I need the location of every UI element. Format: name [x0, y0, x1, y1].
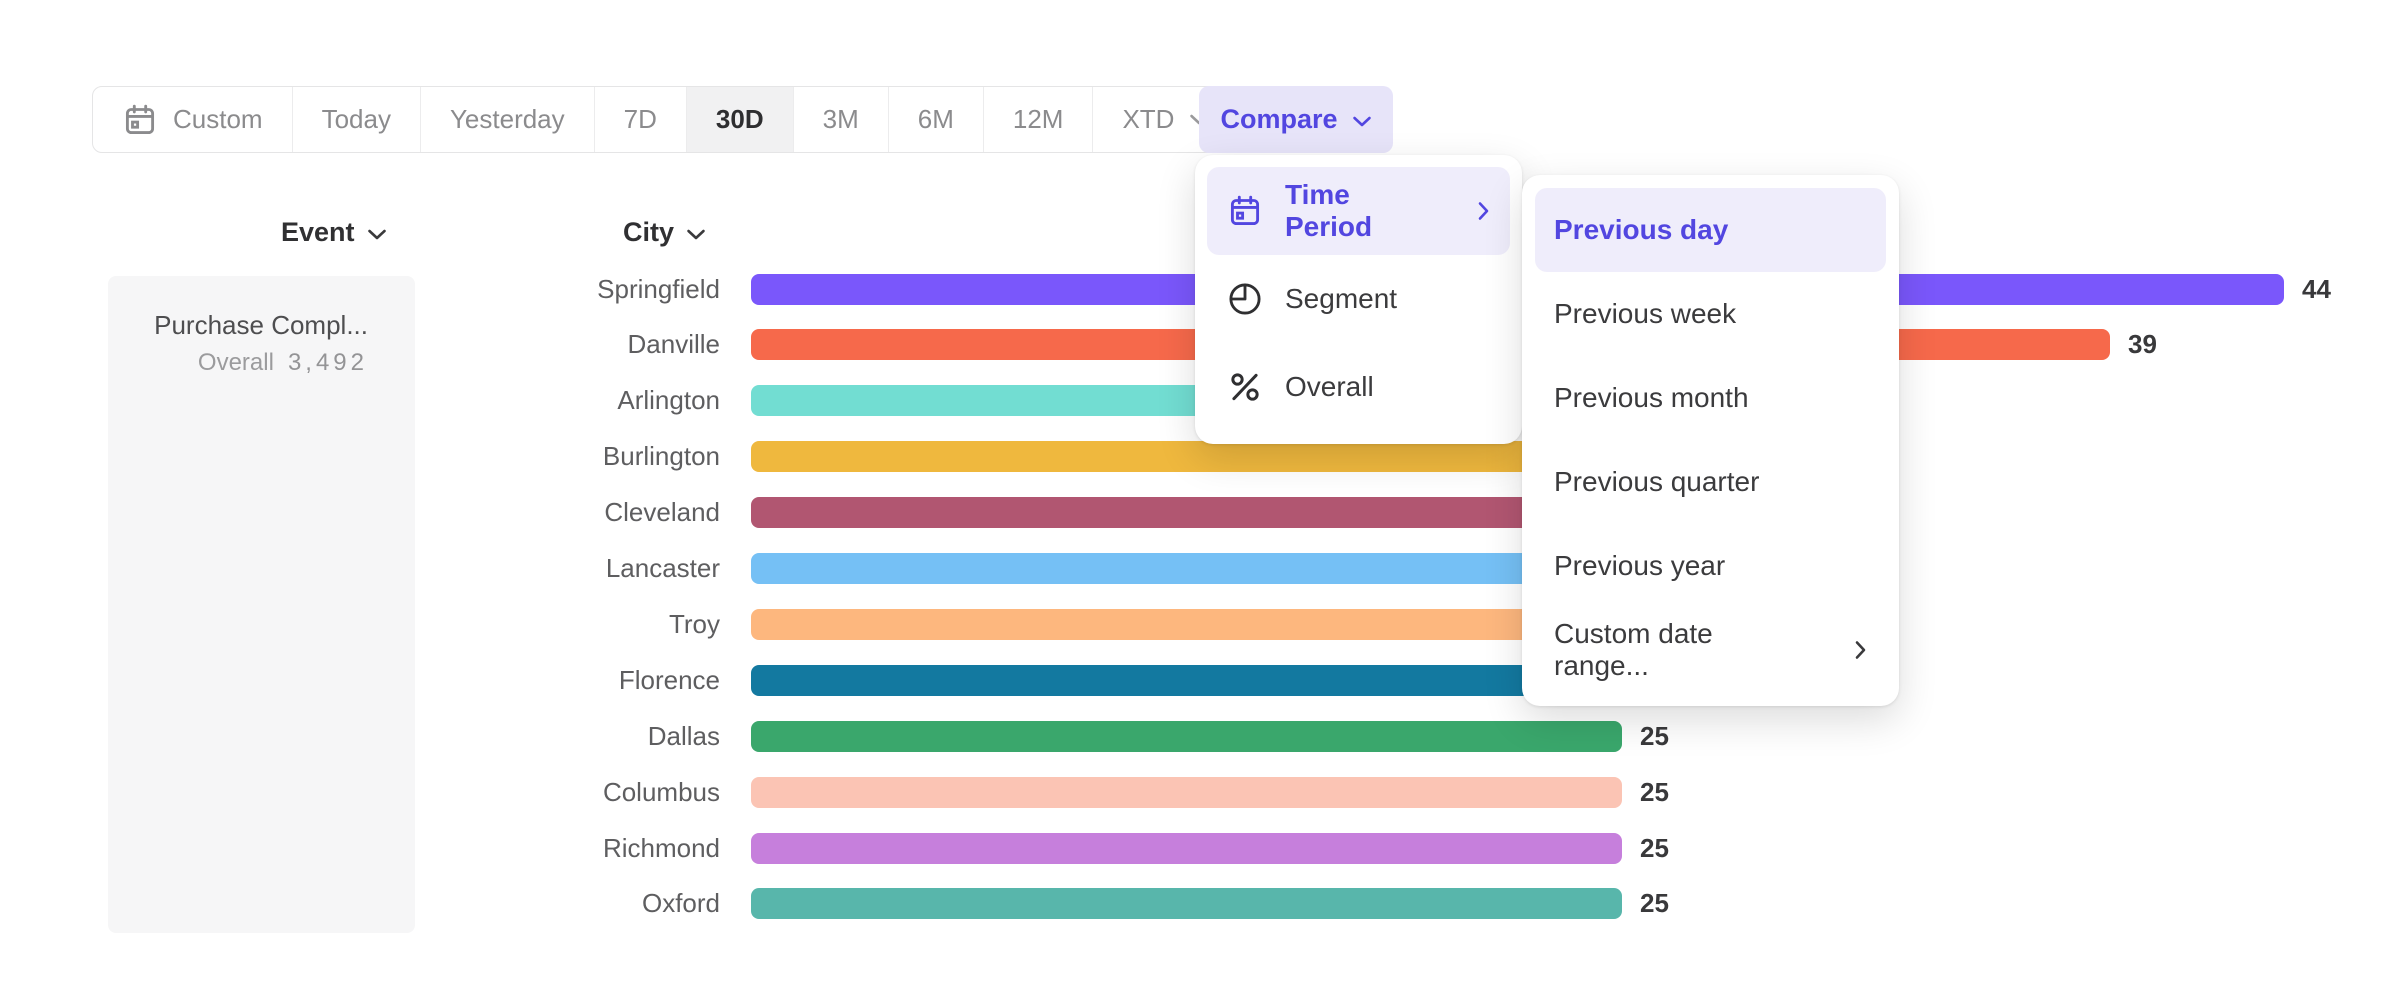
bar-row-label: Cleveland — [0, 497, 720, 528]
date-range-button-label: 3M — [823, 104, 859, 135]
bar-value-label: 39 — [2128, 329, 2157, 360]
menu-item-label: Custom date range... — [1554, 618, 1810, 682]
submenu-item-previous-quarter[interactable]: Previous quarter — [1535, 440, 1886, 524]
submenu-item-previous-week[interactable]: Previous week — [1535, 272, 1886, 356]
percent-icon — [1227, 369, 1263, 405]
menu-item-label: Previous year — [1554, 550, 1725, 582]
city-column-header[interactable]: City — [623, 217, 706, 248]
bar-row-label: Columbus — [0, 777, 720, 808]
bar-value-label: 44 — [2302, 274, 2331, 305]
date-range-button-custom[interactable]: Custom — [93, 87, 293, 152]
date-range-button-yesterday[interactable]: Yesterday — [421, 87, 595, 152]
bar-value-label: 25 — [1640, 777, 1669, 808]
bar-value-label: 25 — [1640, 888, 1669, 919]
submenu-item-previous-year[interactable]: Previous year — [1535, 524, 1886, 608]
compare-menu-item-time-period[interactable]: Time Period — [1207, 167, 1510, 255]
date-range-button-label: 6M — [918, 104, 954, 135]
bar-richmond[interactable] — [751, 833, 1622, 864]
bar-row-label: Troy — [0, 609, 720, 640]
menu-item-label: Segment — [1285, 283, 1397, 315]
date-range-button-label: Today — [322, 104, 391, 135]
bar-row-label: Burlington — [0, 441, 720, 472]
chevron-down-icon — [367, 217, 387, 248]
chevron-right-icon — [1477, 200, 1490, 222]
submenu-item-previous-month[interactable]: Previous month — [1535, 356, 1886, 440]
bar-row-florence: Florence — [0, 665, 2394, 696]
bar-row-cleveland: Cleveland — [0, 497, 2394, 528]
compare-dropdown-menu: Time Period Segment Overall — [1195, 155, 1522, 444]
date-range-button-3m[interactable]: 3M — [794, 87, 889, 152]
date-range-button-label: XTD — [1122, 104, 1174, 135]
submenu-item-custom-date-range[interactable]: Custom date range... — [1535, 608, 1886, 692]
date-range-button-label: 7D — [624, 104, 657, 135]
submenu-item-previous-day[interactable]: Previous day — [1535, 188, 1886, 272]
bar-row-label: Lancaster — [0, 553, 720, 584]
bar-row-label: Springfield — [0, 274, 720, 305]
bar-oxford[interactable] — [751, 888, 1622, 919]
bar-row-richmond: Richmond 25 — [0, 833, 2394, 864]
compare-button-label: Compare — [1220, 104, 1337, 135]
bar-dallas[interactable] — [751, 721, 1622, 752]
bar-row-label: Richmond — [0, 833, 720, 864]
date-range-button-label: 12M — [1013, 104, 1064, 135]
city-column-header-label: City — [623, 217, 674, 248]
bar-row-label: Dallas — [0, 721, 720, 752]
segment-pie-icon — [1227, 281, 1263, 317]
bar-row-label: Oxford — [0, 888, 720, 919]
date-range-button-label: Custom — [173, 104, 263, 135]
chevron-down-icon — [1352, 104, 1372, 135]
menu-item-label: Time Period — [1285, 179, 1433, 243]
bar-value-label: 25 — [1640, 721, 1669, 752]
chevron-right-icon — [1854, 639, 1867, 661]
compare-button[interactable]: Compare — [1199, 86, 1393, 153]
bar-row-lancaster: Lancaster — [0, 553, 2394, 584]
bar-row-columbus: Columbus 25 — [0, 777, 2394, 808]
analytics-report-page: Custom Today Yesterday 7D 30D 3M 6M 12M XTD Comp… — [0, 0, 2394, 1004]
date-range-button-7d[interactable]: 7D — [595, 87, 687, 152]
event-column-header[interactable]: Event — [281, 217, 387, 248]
menu-item-label: Previous month — [1554, 382, 1749, 414]
bar-row-oxford: Oxford 25 — [0, 888, 2394, 919]
calendar-icon — [1227, 193, 1263, 229]
bar-row-label: Arlington — [0, 385, 720, 416]
time-period-submenu: Previous day Previous week Previous month P… — [1522, 175, 1899, 706]
date-range-button-today[interactable]: Today — [293, 87, 421, 152]
menu-item-label: Previous week — [1554, 298, 1736, 330]
compare-menu-item-segment[interactable]: Segment — [1207, 255, 1510, 343]
date-range-button-12m[interactable]: 12M — [984, 87, 1094, 152]
menu-item-label: Previous quarter — [1554, 466, 1759, 498]
bar-row-troy: Troy — [0, 609, 2394, 640]
date-range-toolbar: Custom Today Yesterday 7D 30D 3M 6M 12M XTD — [92, 86, 1239, 153]
date-range-button-label: 30D — [716, 104, 764, 135]
bar-columbus[interactable] — [751, 777, 1622, 808]
date-range-button-30d[interactable]: 30D — [687, 87, 794, 152]
bar-value-label: 25 — [1640, 833, 1669, 864]
compare-menu-item-overall[interactable]: Overall — [1207, 343, 1510, 431]
chevron-down-icon — [686, 217, 706, 248]
event-column-header-label: Event — [281, 217, 355, 248]
date-range-button-6m[interactable]: 6M — [889, 87, 984, 152]
bar-row-label: Danville — [0, 329, 720, 360]
bar-row-dallas: Dallas 25 — [0, 721, 2394, 752]
bar-row-burlington: Burlington — [0, 441, 2394, 472]
menu-item-label: Previous day — [1554, 214, 1728, 246]
calendar-icon — [122, 102, 158, 138]
date-range-button-label: Yesterday — [450, 104, 565, 135]
bar-row-label: Florence — [0, 665, 720, 696]
menu-item-label: Overall — [1285, 371, 1374, 403]
